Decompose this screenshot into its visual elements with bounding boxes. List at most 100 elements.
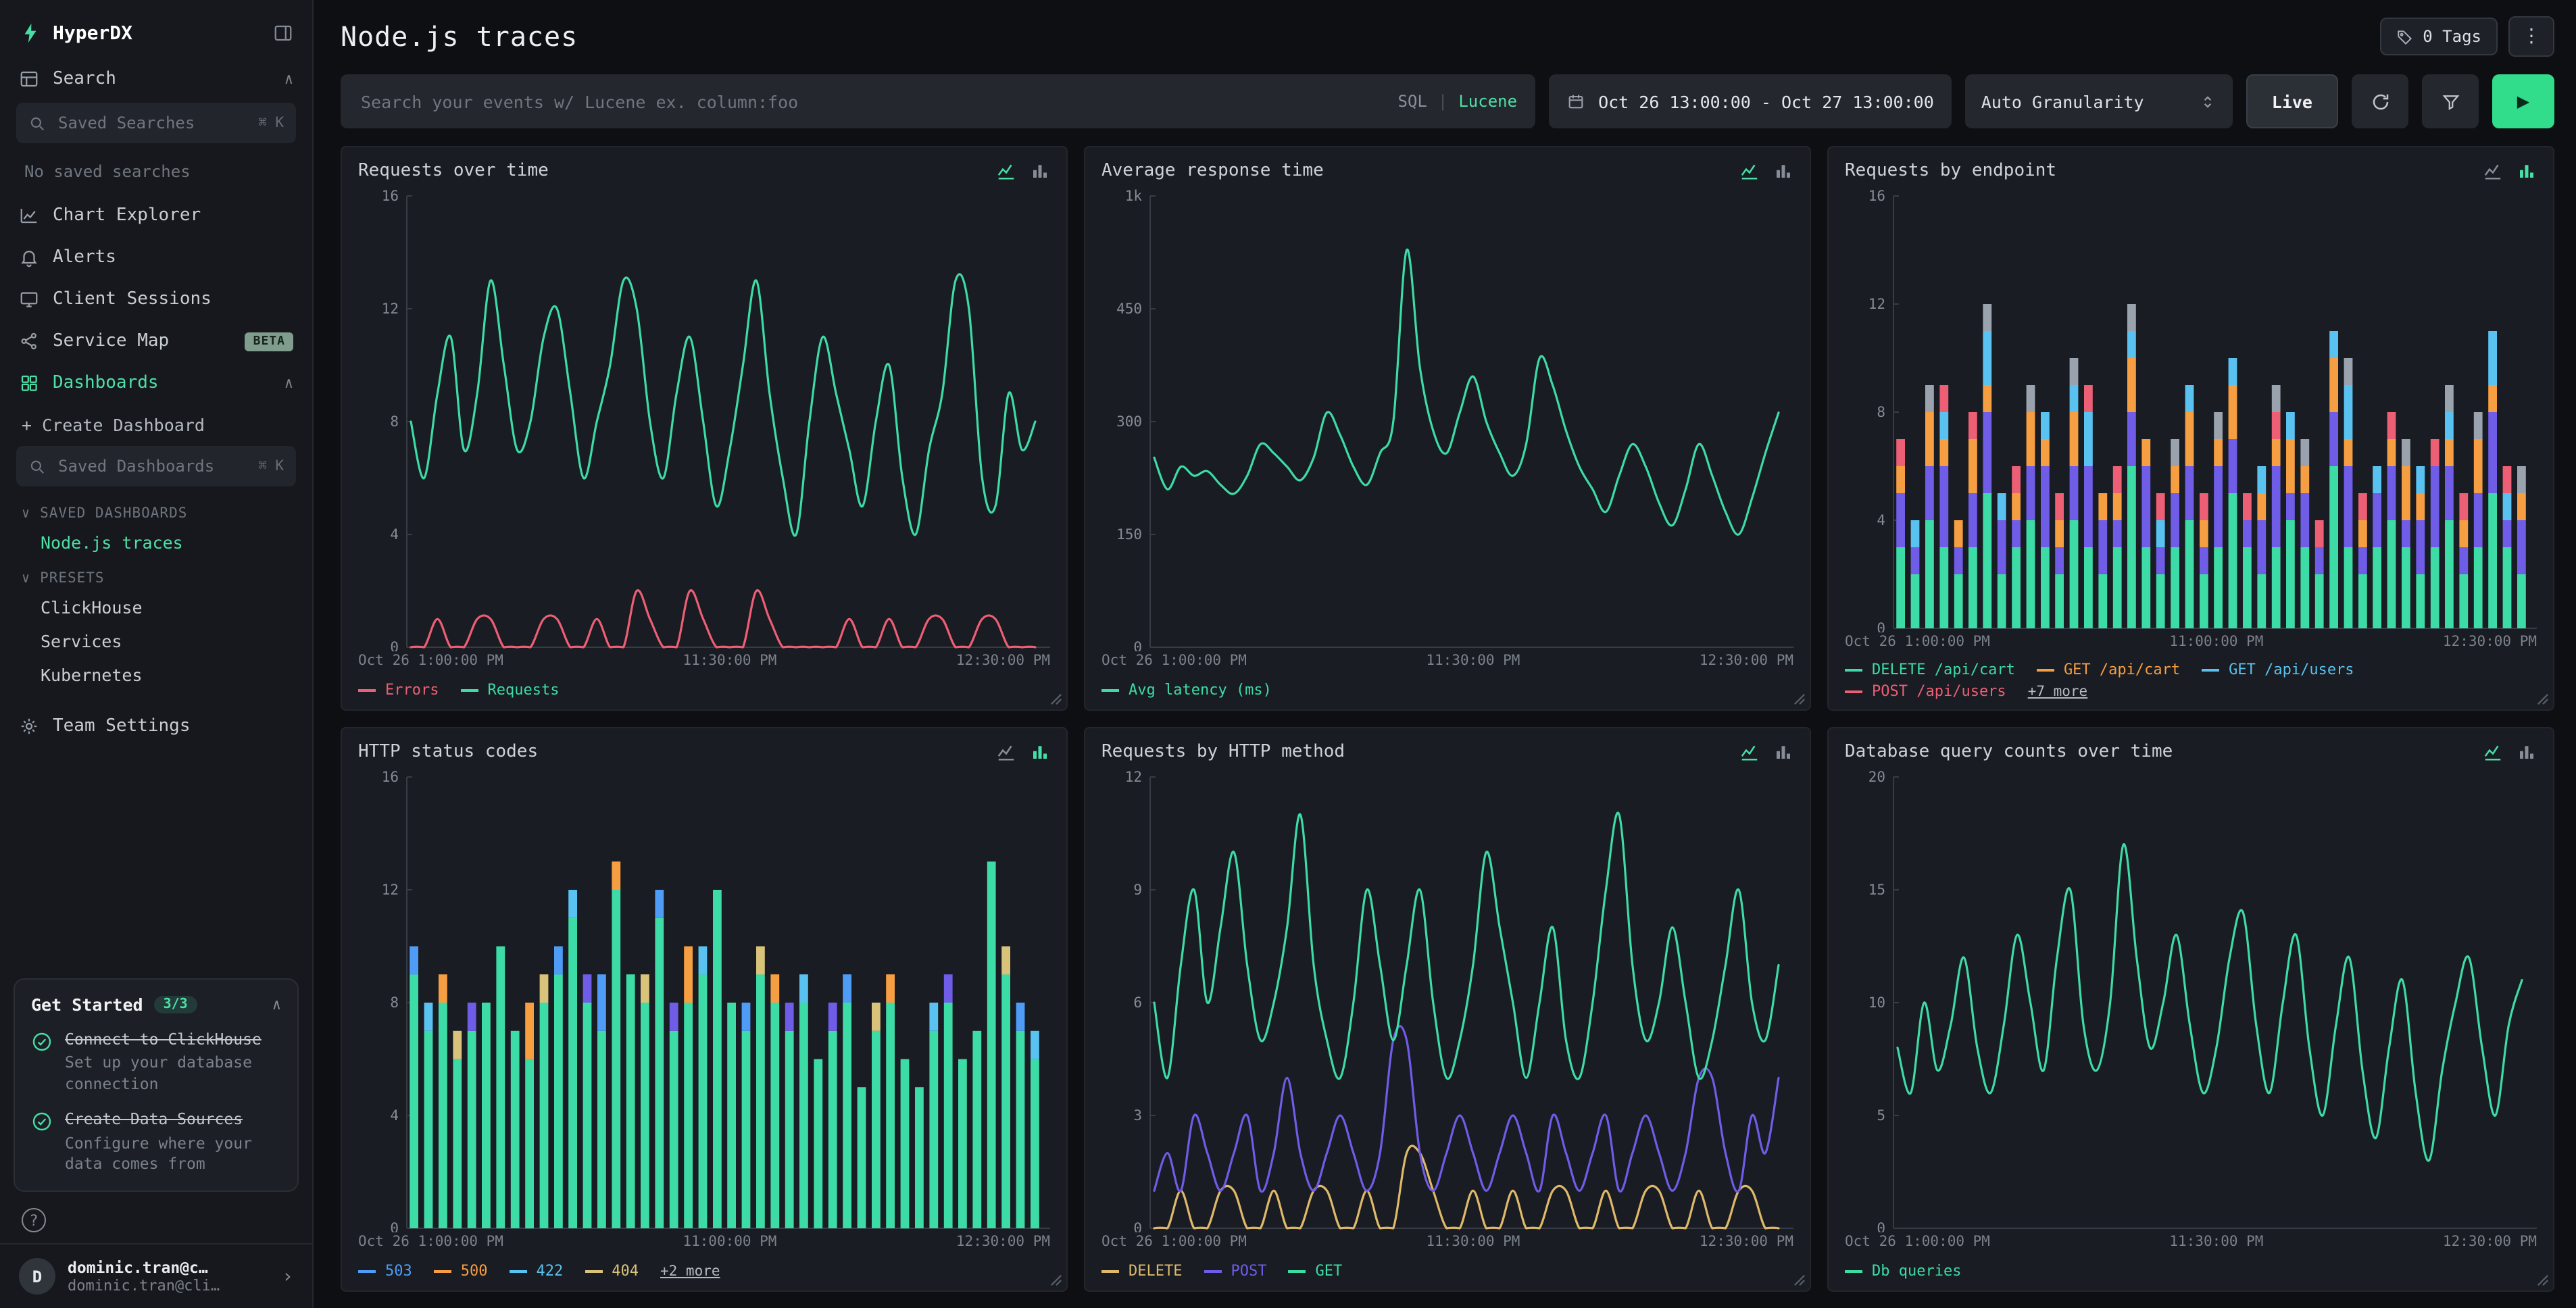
chart-legend: Avg latency (ms): [1101, 680, 1793, 700]
more-options-button[interactable]: ⋮: [2508, 16, 2554, 57]
saved-searches-input[interactable]: [55, 112, 249, 134]
legend-item[interactable]: 422: [510, 1262, 564, 1280]
sidebar-item-client-sessions[interactable]: Client Sessions: [0, 278, 312, 320]
legend-item[interactable]: GET: [1289, 1262, 1343, 1280]
legend-label: DELETE /api/cart: [1872, 661, 2015, 678]
x-axis-labels: Oct 26 1:00:00 PM 11:30:00 PM 12:30:00 P…: [1845, 1234, 2537, 1250]
resize-handle[interactable]: [1793, 1274, 1806, 1286]
chevron-up-icon[interactable]: ∧: [284, 376, 293, 391]
sidebar-item-chart-explorer[interactable]: Chart Explorer: [0, 195, 312, 236]
sidebar-collapse-icon[interactable]: [273, 23, 293, 43]
bar-chart-view-icon[interactable]: [2517, 742, 2537, 762]
granularity-select[interactable]: Auto Granularity: [1965, 74, 2233, 128]
legend-more-link[interactable]: +7 more: [2028, 683, 2088, 699]
legend-swatch: [358, 688, 376, 691]
line-chart-view-icon[interactable]: [2483, 742, 2503, 762]
saved-dashboards-input[interactable]: [55, 455, 249, 477]
line-chart-view-icon[interactable]: [996, 742, 1016, 762]
legend-item[interactable]: 500: [434, 1262, 488, 1280]
events-searchbox[interactable]: SQL | Lucene: [341, 74, 1535, 128]
legend-item[interactable]: DELETE /api/cart: [1845, 661, 2015, 678]
x-tick: 11:30:00 PM: [1426, 653, 1520, 669]
legend-item[interactable]: POST /api/users: [1845, 682, 2006, 700]
legend-swatch: [2202, 668, 2219, 671]
resize-handle[interactable]: [1793, 693, 1806, 705]
bar-chart-view-icon[interactable]: [2517, 161, 2537, 181]
user-menu[interactable]: D dominic.tran@c… dominic.tran@cli… ›: [0, 1243, 312, 1308]
dashboard-link-nodejs-traces[interactable]: Node.js traces: [0, 526, 312, 559]
resize-handle[interactable]: [2537, 693, 2549, 705]
saved-dashboards-searchbox[interactable]: ⌘ K: [16, 446, 296, 486]
create-dashboard-button[interactable]: + Create Dashboard: [0, 404, 312, 443]
get-started-header[interactable]: Get Started 3/3 ∧: [31, 995, 281, 1015]
legend-item[interactable]: GET /api/users: [2202, 661, 2354, 678]
tags-button[interactable]: 0 Tags: [2379, 18, 2498, 55]
saved-searches-searchbox[interactable]: ⌘ K: [16, 103, 296, 143]
line-chart-view-icon[interactable]: [2483, 161, 2503, 181]
x-axis-labels: Oct 26 1:00:00 PM 11:30:00 PM 12:30:00 P…: [1101, 653, 1793, 669]
sidebar-item-alerts[interactable]: Alerts: [0, 236, 312, 278]
lucene-toggle[interactable]: Lucene: [1458, 92, 1517, 111]
help-icon[interactable]: ?: [22, 1208, 46, 1232]
panel-requests-by-http-method: Requests by HTTP method 036912 Oct 26 1:…: [1084, 727, 1811, 1292]
divider: |: [1438, 92, 1447, 111]
legend-more-link[interactable]: +2 more: [660, 1263, 720, 1279]
get-started-card: Get Started 3/3 ∧ Connect to ClickHouse …: [14, 978, 299, 1192]
sidebar-item-search[interactable]: Search ∧: [0, 58, 312, 100]
sidebar-item-label: Dashboards: [53, 373, 159, 393]
filter-button[interactable]: [2422, 74, 2479, 128]
preset-link-services[interactable]: Services: [0, 624, 312, 658]
run-query-button[interactable]: ▶: [2492, 74, 2554, 128]
legend-item[interactable]: Avg latency (ms): [1101, 681, 1272, 699]
legend-item[interactable]: DELETE: [1101, 1262, 1183, 1280]
legend-item[interactable]: Db queries: [1845, 1262, 1961, 1280]
line-chart-view-icon[interactable]: [1739, 161, 1760, 181]
sidebar-item-service-map[interactable]: Service Map BETA: [0, 320, 312, 362]
panel-title: Average response time: [1101, 161, 1324, 181]
bar-chart-view-icon[interactable]: [1030, 742, 1050, 762]
panel-average-response-time: Average response time 01503004501k Oct 2…: [1084, 146, 1811, 711]
bar-chart-view-icon[interactable]: [1030, 161, 1050, 181]
sidebar-item-team-settings[interactable]: Team Settings: [0, 705, 312, 747]
sidebar-item-dashboards[interactable]: Dashboards ∧: [0, 362, 312, 404]
live-button[interactable]: Live: [2246, 74, 2338, 128]
events-search-input[interactable]: [358, 90, 1385, 113]
section-saved-dashboards[interactable]: ∨ SAVED DASHBOARDS: [0, 495, 312, 526]
svg-text:9: 9: [1133, 882, 1142, 898]
chevron-up-icon[interactable]: ∧: [284, 72, 293, 86]
bar-chart-view-icon[interactable]: [1773, 161, 1793, 181]
bell-icon: [19, 247, 39, 268]
svg-text:8: 8: [1877, 404, 1885, 420]
preset-link-clickhouse[interactable]: ClickHouse: [0, 590, 312, 624]
get-started-item[interactable]: Connect to ClickHouse Set up your databa…: [31, 1030, 281, 1095]
refresh-button[interactable]: [2352, 74, 2408, 128]
x-axis-labels: Oct 26 1:00:00 PM 11:30:00 PM 12:30:00 P…: [358, 653, 1050, 669]
line-chart-view-icon[interactable]: [996, 161, 1016, 181]
preset-link-kubernetes[interactable]: Kubernetes: [0, 658, 312, 692]
query-language-toggle[interactable]: SQL | Lucene: [1398, 92, 1518, 111]
resize-handle[interactable]: [2537, 1274, 2549, 1286]
legend-item[interactable]: POST: [1204, 1262, 1267, 1280]
legend-item[interactable]: 503: [358, 1262, 412, 1280]
resize-handle[interactable]: [1050, 693, 1062, 705]
sidebar-item-label: Alerts: [53, 247, 116, 268]
service-map-icon: [19, 331, 39, 351]
sql-toggle[interactable]: SQL: [1398, 92, 1427, 111]
legend-item[interactable]: Errors: [358, 681, 439, 699]
svg-text:450: 450: [1116, 301, 1142, 317]
chevron-up-icon[interactable]: ∧: [272, 996, 281, 1013]
time-range-picker[interactable]: Oct 26 13:00:00 - Oct 27 13:00:00: [1548, 74, 1952, 128]
resize-handle[interactable]: [1050, 1274, 1062, 1286]
chart-canvas: 01503004501k: [1101, 184, 1793, 651]
section-presets[interactable]: ∨ PRESETS: [0, 559, 312, 590]
svg-text:20: 20: [1868, 769, 1885, 785]
svg-text:16: 16: [382, 188, 399, 204]
legend-swatch: [461, 688, 478, 691]
get-started-item[interactable]: Create Data Sources Configure where your…: [31, 1110, 281, 1176]
legend-item[interactable]: 404: [585, 1262, 639, 1280]
bar-chart-view-icon[interactable]: [1773, 742, 1793, 762]
line-chart-view-icon[interactable]: [1739, 742, 1760, 762]
legend-item[interactable]: Requests: [461, 681, 560, 699]
legend-item[interactable]: GET /api/cart: [2037, 661, 2180, 678]
tags-button-label: 0 Tags: [2423, 27, 2481, 46]
